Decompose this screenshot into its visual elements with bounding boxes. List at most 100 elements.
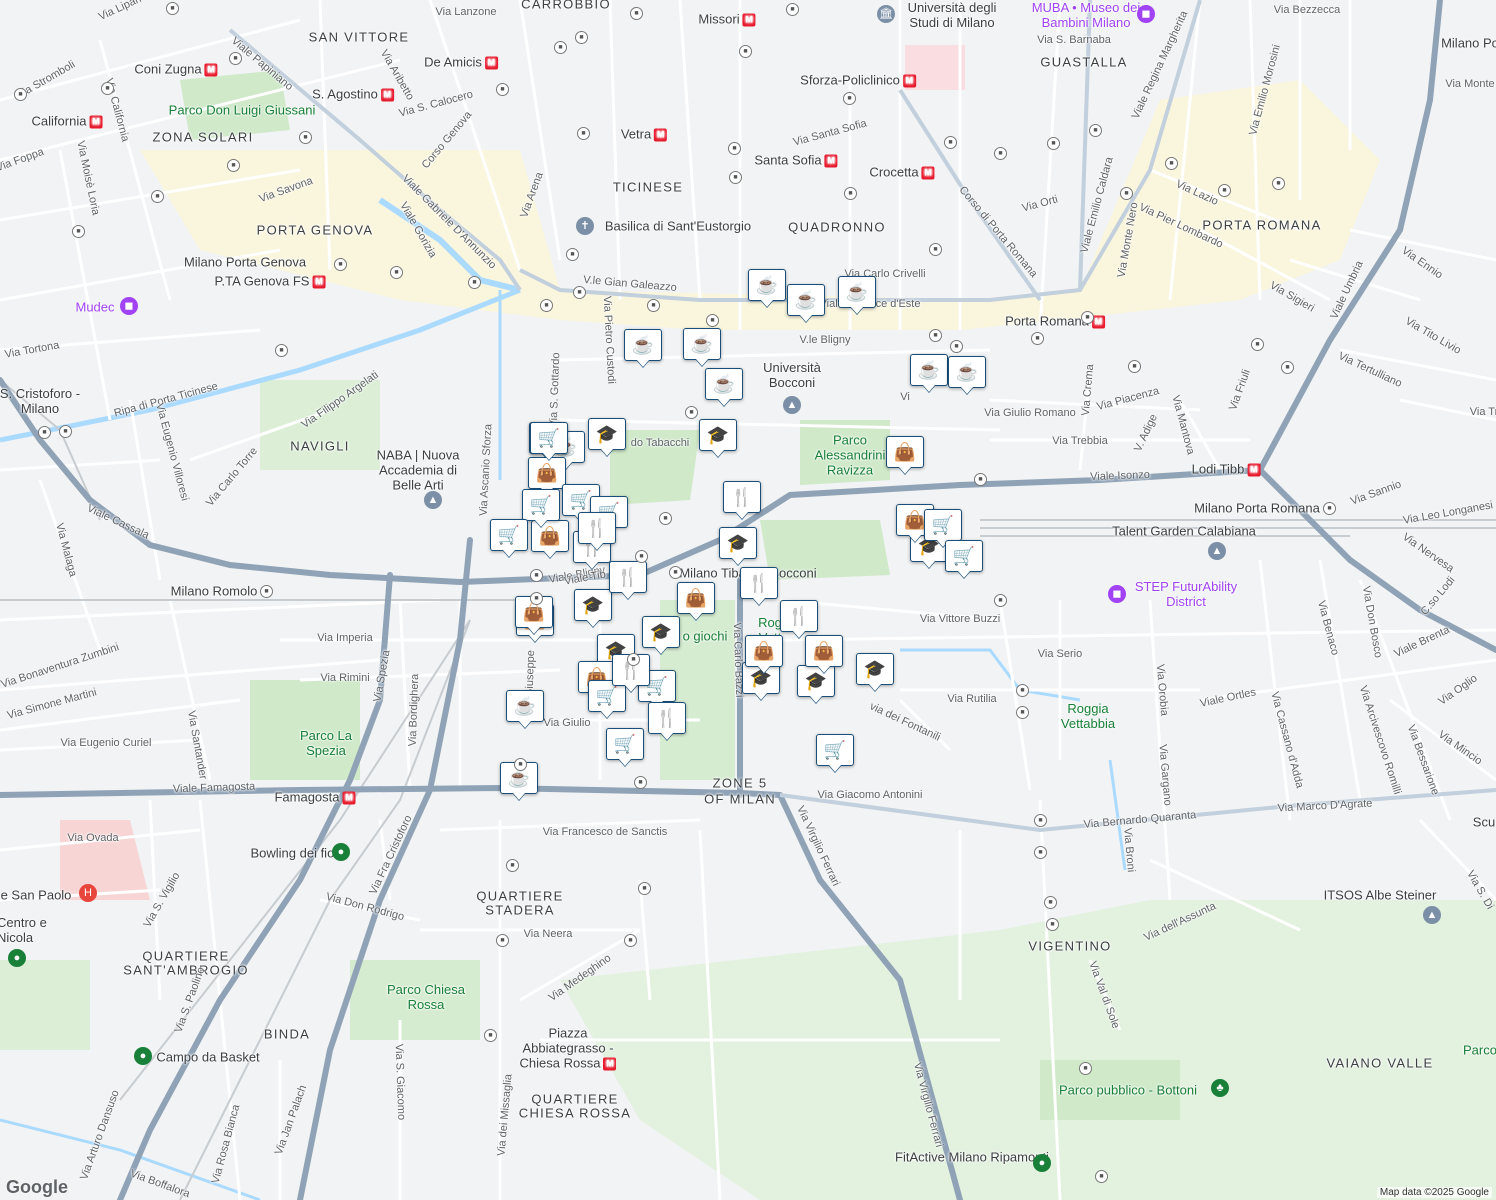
bus-stop-icon[interactable]: ■: [1281, 361, 1294, 374]
bus-stop-icon[interactable]: ■: [974, 473, 987, 486]
bus-stop-icon[interactable]: ■: [634, 776, 647, 789]
bus-stop-icon[interactable]: ■: [1081, 311, 1094, 324]
graduation-cap-marker[interactable]: 🎓: [642, 616, 680, 648]
bus-stop-icon[interactable]: ■: [1218, 184, 1231, 197]
shopping-bag-marker[interactable]: 👜: [745, 635, 783, 667]
bus-stop-icon[interactable]: ■: [1016, 684, 1029, 697]
coffee-cup-marker[interactable]: ☕: [506, 690, 544, 722]
metro-station[interactable]: Vetra: [621, 126, 667, 141]
bus-stop-icon[interactable]: ■: [1120, 187, 1133, 200]
graduation-cap-marker[interactable]: 🎓: [588, 418, 626, 450]
bus-stop-icon[interactable]: ■: [1047, 137, 1060, 150]
fork-knife-marker[interactable]: 🍴: [723, 481, 761, 513]
bus-stop-icon[interactable]: ■: [530, 569, 543, 582]
bus-stop-icon[interactable]: ■: [101, 82, 114, 95]
metro-station[interactable]: Missori: [698, 11, 755, 26]
bus-stop-icon[interactable]: ■: [1034, 814, 1047, 827]
shopping-bag-marker[interactable]: 👜: [886, 436, 924, 468]
bus-stop-icon[interactable]: ■: [635, 550, 648, 563]
coffee-cup-marker[interactable]: ☕: [748, 269, 786, 301]
metro-station[interactable]: Piazza Abbiategrasso - Chiesa Rossa: [508, 1025, 628, 1070]
metro-station[interactable]: Coni Zugna: [134, 61, 217, 76]
metro-station[interactable]: P.TA Genova FS: [215, 273, 326, 288]
bus-stop-icon[interactable]: ■: [706, 314, 719, 327]
coffee-cup-marker[interactable]: ☕: [948, 356, 986, 388]
bus-stop-icon[interactable]: ■: [530, 592, 543, 605]
bus-stop-icon[interactable]: ■: [630, 7, 643, 20]
bus-stop-icon[interactable]: ■: [540, 299, 553, 312]
fork-knife-marker[interactable]: 🍴: [740, 567, 778, 599]
bus-stop-icon[interactable]: ■: [229, 52, 242, 65]
bus-stop-icon[interactable]: ■: [1016, 706, 1029, 719]
bus-stop-icon[interactable]: ■: [685, 406, 698, 419]
bus-stop-icon[interactable]: ■: [575, 31, 588, 44]
bus-stop-icon[interactable]: ■: [786, 3, 799, 16]
metro-station[interactable]: De Amicis: [424, 54, 498, 69]
graduation-cap-marker[interactable]: 🎓: [699, 419, 737, 451]
bus-stop-icon[interactable]: ■: [227, 159, 240, 172]
bus-stop-icon[interactable]: ■: [14, 88, 27, 101]
bus-stop-icon[interactable]: ■: [1046, 918, 1059, 931]
bus-stop-icon[interactable]: ■: [260, 585, 273, 598]
bus-stop-icon[interactable]: ■: [275, 344, 288, 357]
metro-station[interactable]: S. Agostino: [312, 86, 394, 101]
bus-stop-icon[interactable]: ■: [573, 286, 586, 299]
train-station[interactable]: Milano Romolo: [171, 584, 258, 599]
coffee-cup-marker[interactable]: ☕: [624, 329, 662, 361]
shopping-cart-marker[interactable]: 🛒: [945, 540, 983, 572]
bus-stop-icon[interactable]: ■: [577, 127, 590, 140]
bus-stop-icon[interactable]: ■: [1095, 1170, 1108, 1183]
coffee-cup-marker[interactable]: ☕: [910, 354, 948, 386]
bus-stop-icon[interactable]: ■: [739, 45, 752, 58]
coffee-cup-marker[interactable]: ☕: [787, 284, 825, 316]
shopping-bag-marker[interactable]: 👜: [677, 582, 715, 614]
metro-station[interactable]: Sforza-Policlinico: [800, 72, 916, 87]
train-station[interactable]: S. Cristoforo - Milano: [0, 386, 85, 416]
graduation-cap-marker[interactable]: 🎓: [719, 527, 757, 559]
shopping-cart-marker[interactable]: 🛒: [490, 519, 528, 551]
bus-stop-icon[interactable]: ■: [566, 248, 579, 261]
bus-stop-icon[interactable]: ■: [1089, 124, 1102, 137]
shopping-cart-marker[interactable]: 🛒: [816, 734, 854, 766]
bus-stop-icon[interactable]: ■: [468, 276, 481, 289]
metro-station[interactable]: Lodi Tibb: [1192, 461, 1261, 476]
fork-knife-marker[interactable]: 🍴: [578, 512, 616, 544]
bus-stop-icon[interactable]: ■: [299, 131, 312, 144]
bus-stop-icon[interactable]: ■: [647, 299, 660, 312]
bus-stop-icon[interactable]: ■: [950, 340, 963, 353]
bus-stop-icon[interactable]: ■: [554, 41, 567, 54]
bus-stop-icon[interactable]: ■: [624, 934, 637, 947]
bus-stop-icon[interactable]: ■: [496, 934, 509, 947]
fork-knife-marker[interactable]: 🍴: [648, 702, 686, 734]
bus-stop-icon[interactable]: ■: [514, 758, 527, 771]
bus-stop-icon[interactable]: ■: [166, 2, 179, 15]
bus-stop-icon[interactable]: ■: [72, 225, 85, 238]
coffee-cup-marker[interactable]: ☕: [838, 276, 876, 308]
bus-stop-icon[interactable]: ■: [334, 258, 347, 271]
bus-stop-icon[interactable]: ■: [729, 171, 742, 184]
bus-stop-icon[interactable]: ■: [627, 653, 640, 666]
bus-stop-icon[interactable]: ■: [944, 136, 957, 149]
bus-stop-icon[interactable]: ■: [1251, 338, 1264, 351]
bus-stop-icon[interactable]: ■: [669, 566, 682, 579]
metro-station[interactable]: California: [32, 113, 103, 128]
bus-stop-icon[interactable]: ■: [1079, 1062, 1092, 1075]
bus-stop-icon[interactable]: ■: [994, 594, 1007, 607]
bus-stop-icon[interactable]: ■: [1272, 177, 1285, 190]
bus-stop-icon[interactable]: ■: [38, 426, 51, 439]
bus-stop-icon[interactable]: ■: [496, 83, 509, 96]
bus-stop-icon[interactable]: ■: [929, 329, 942, 342]
bus-stop-icon[interactable]: ■: [1165, 157, 1178, 170]
train-station[interactable]: Milano Porta Romana: [1194, 501, 1320, 516]
bus-stop-icon[interactable]: ■: [151, 190, 164, 203]
coffee-cup-marker[interactable]: ☕: [705, 368, 743, 400]
coffee-cup-marker[interactable]: ☕: [683, 328, 721, 360]
bus-stop-icon[interactable]: ■: [929, 243, 942, 256]
shopping-bag-marker[interactable]: 👜: [528, 457, 566, 489]
map-attribution[interactable]: Map data ©2025 Google: [1376, 1187, 1492, 1198]
map-canvas[interactable]: SAN VITTORE CARROBBIO GUASTALLA ZONA SOL…: [0, 0, 1496, 1200]
fork-knife-marker[interactable]: 🍴: [780, 600, 818, 632]
bus-stop-icon[interactable]: ■: [1034, 846, 1047, 859]
bus-stop-icon[interactable]: ■: [59, 425, 72, 438]
shopping-cart-marker[interactable]: 🛒: [606, 728, 644, 760]
